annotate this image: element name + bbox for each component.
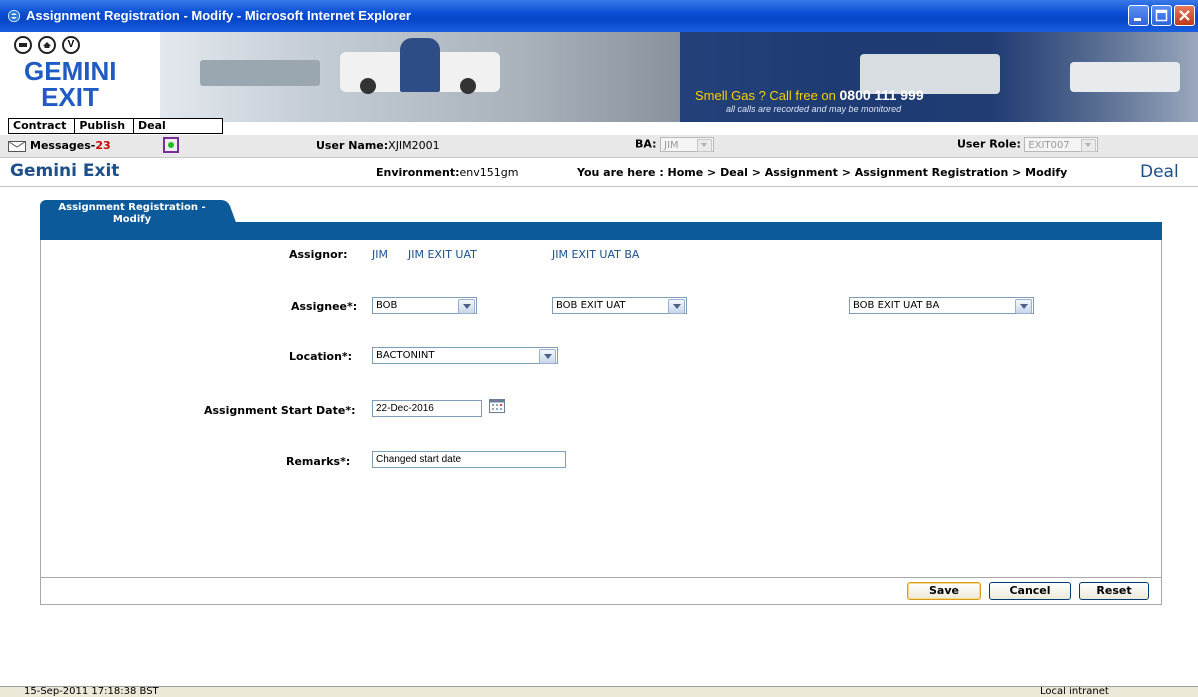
start-date-label: Assignment Start Date*: [204, 404, 356, 417]
maximize-button[interactable] [1151, 5, 1172, 26]
view-button[interactable]: V [62, 36, 80, 54]
gas-emergency-message: Smell Gas ? Call free on 0800 111 999 [695, 87, 924, 103]
window-title: Assignment Registration - Modify - Micro… [26, 8, 411, 23]
ba-field: BA: JIM [635, 137, 715, 152]
status-text: 15-Sep-2011 17:18:38 BST [24, 686, 159, 697]
home-icon [43, 42, 51, 48]
chevron-down-icon [458, 299, 475, 314]
logo-line-1: GEMINI [24, 56, 117, 86]
messages-label: Messages- [30, 139, 96, 152]
location-select[interactable]: BACTONINT [372, 347, 558, 364]
main-menu: Contract Publish Deal [8, 118, 224, 134]
chevron-down-icon [668, 299, 685, 314]
internet-explorer-icon [8, 10, 20, 22]
ba-label: BA: [635, 137, 657, 151]
location-label: Location*: [289, 350, 353, 363]
assignor-ba: JIM EXIT UAT BA [552, 248, 640, 261]
user-role-field: User Role: EXIT007 [957, 137, 1099, 152]
chevron-down-icon [1081, 139, 1097, 152]
page-title: Gemini Exit [10, 161, 120, 181]
assignor-label: Assignor: [289, 248, 348, 261]
user-role-select-value: EXIT007 [1028, 140, 1070, 151]
reset-button[interactable]: Reset [1079, 582, 1149, 600]
header-banner: Smell Gas ? Call free on 0800 111 999 al… [160, 32, 1198, 122]
gas-emergency-text: Smell Gas ? Call free on [695, 88, 840, 103]
remarks-input[interactable] [372, 451, 566, 468]
environment-value: env151gm [459, 166, 519, 179]
assignee-ba-select[interactable]: BOB EXIT UAT BA [849, 297, 1034, 314]
close-icon [1179, 10, 1190, 21]
form-actions: Save Cancel Reset [41, 577, 1161, 604]
breadcrumb: You are here : Home > Deal > Assignment … [577, 166, 1068, 179]
assignor-code: JIM [372, 248, 388, 261]
menu-item-publish[interactable]: Publish [75, 119, 135, 133]
environment: Environment:env151gm [376, 166, 518, 179]
window-title-bar: Assignment Registration - Modify - Micro… [0, 0, 1198, 32]
menu-item-deal[interactable]: Deal [134, 119, 222, 133]
messages-link[interactable]: Messages-23 [30, 139, 111, 152]
site-header: V GEMINI EXIT Smell Gas ? Call free on 0… [0, 32, 1198, 132]
gas-emergency-number: 0800 111 999 [839, 87, 924, 103]
assignment-form-panel: Assignor: JIM JIM EXIT UAT JIM EXIT UAT … [40, 240, 1162, 605]
ba-select-value: JIM [664, 140, 679, 151]
logo-line-2: EXIT [41, 82, 99, 112]
user-info-bar: Messages-23 User Name:XJIM2001 BA: JIM U… [0, 135, 1198, 158]
minimize-button[interactable] [1128, 5, 1149, 26]
assignee-name-select[interactable]: BOB EXIT UAT [552, 297, 687, 314]
home-button[interactable] [38, 36, 56, 54]
chevron-down-icon [697, 139, 713, 152]
close-window-button[interactable] [1174, 5, 1195, 26]
print-icon [19, 43, 27, 47]
section-label: Deal [1140, 162, 1179, 182]
assignor-name: JIM EXIT UAT [408, 248, 477, 261]
ba-select: JIM [660, 137, 715, 152]
user-name-label: User Name: [316, 139, 389, 152]
user-name: User Name:XJIM2001 [316, 139, 440, 152]
maximize-icon [1155, 9, 1168, 22]
browser-status-bar: 15-Sep-2011 17:18:38 BST Local intranet [0, 686, 1198, 697]
calendar-icon[interactable] [489, 399, 505, 413]
print-button[interactable] [14, 36, 32, 54]
start-date-input[interactable] [372, 400, 482, 417]
assignee-name-value: BOB EXIT UAT [556, 300, 626, 311]
tab-label-line-1: Assignment Registration - [58, 202, 206, 213]
gemini-exit-logo: GEMINI EXIT [24, 58, 116, 110]
assignee-label: Assignee*: [291, 300, 358, 313]
messages-count: 23 [95, 139, 111, 152]
user-name-value: XJIM2001 [388, 139, 440, 152]
assignee-code-value: BOB [376, 300, 398, 311]
tab-label-line-2: Modify [112, 214, 152, 225]
cancel-button[interactable]: Cancel [989, 582, 1071, 600]
minimize-icon [1134, 18, 1141, 21]
breadcrumb-bar: Gemini Exit Environment:env151gm You are… [0, 158, 1198, 187]
remarks-label: Remarks*: [286, 455, 351, 468]
user-role-select: EXIT007 [1024, 137, 1099, 152]
environment-label: Environment: [376, 166, 460, 179]
menu-item-contract[interactable]: Contract [9, 119, 76, 133]
mail-icon[interactable] [8, 141, 26, 152]
assignee-code-select[interactable]: BOB [372, 297, 477, 314]
chevron-down-icon [1015, 299, 1032, 314]
assignee-ba-value: BOB EXIT UAT BA [853, 300, 940, 311]
save-button[interactable]: Save [907, 582, 981, 600]
chevron-down-icon [539, 349, 556, 364]
location-value: BACTONINT [376, 350, 435, 361]
user-role-label: User Role: [957, 137, 1021, 151]
calls-recorded-note: all calls are recorded and may be monito… [726, 104, 902, 114]
online-status-icon [163, 137, 179, 153]
security-zone: Local intranet [1040, 686, 1109, 697]
